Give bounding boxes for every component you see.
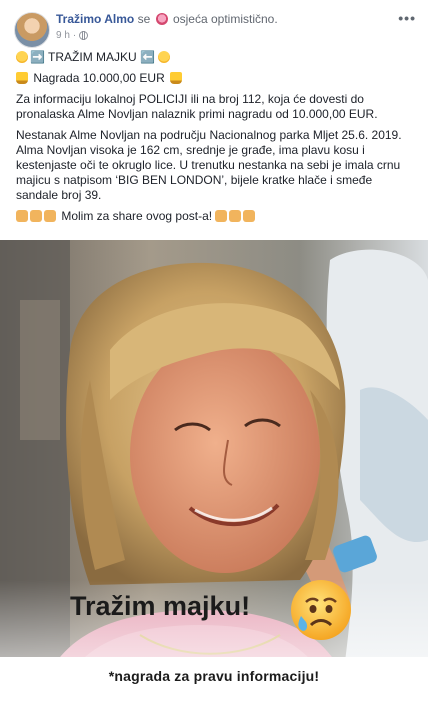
meta-separator: · <box>72 30 77 41</box>
post-text: ➡️ TRAŽIM MAJKU ⬅️ Nagrada 10.000,00 EUR… <box>16 50 416 230</box>
praying-hands-emoji <box>229 210 242 222</box>
praying-hands-emoji <box>44 210 56 222</box>
feeling-verb: se <box>137 12 151 26</box>
image-footer-text: *nagrada za pravu informaciju! <box>108 668 320 684</box>
praying-hands-emoji <box>243 210 256 222</box>
post-meta: 9 h · <box>56 30 89 41</box>
trophy-emoji <box>16 72 28 84</box>
avatar[interactable] <box>14 12 50 48</box>
trophy-emoji <box>170 72 183 84</box>
praying-hands-emoji <box>16 210 28 222</box>
share-text: Molim za share ovog post-a! <box>61 209 213 223</box>
disappointed-face-emoji <box>158 51 170 63</box>
feeling-text: osjeća optimistično. <box>172 12 278 26</box>
globe-icon[interactable] <box>79 31 89 40</box>
description-paragraph: Nestanak Alme Novljan na području Nacion… <box>16 128 402 202</box>
praying-hands-emoji <box>215 210 228 222</box>
more-options-button[interactable]: ••• <box>398 10 416 26</box>
share-line: Molim za share ovog post-a! <box>16 209 416 224</box>
sad-face-emoji <box>289 578 353 642</box>
praying-hands-emoji <box>30 210 42 222</box>
post-photo[interactable] <box>0 240 428 702</box>
post-header-line: Tražimo Almo se osjeća optimistično. <box>56 12 278 26</box>
more-options-icon: ••• <box>398 10 416 26</box>
author-name-link[interactable]: Tražimo Almo <box>56 12 134 26</box>
post-timestamp[interactable]: 9 h <box>56 30 70 41</box>
disappointed-face-emoji <box>16 51 28 63</box>
photo-illustration <box>0 240 428 702</box>
image-title: Tražim majku! <box>70 591 251 621</box>
reward-line: Nagrada 10.000,00 EUR <box>16 71 416 86</box>
post-header: Tražimo Almo se osjeća optimistično. 9 h… <box>0 0 428 48</box>
headline-line: ➡️ TRAŽIM MAJKU ⬅️ <box>16 50 416 65</box>
tulip-icon <box>155 13 168 25</box>
reward-text: Nagrada 10.000,00 EUR <box>33 71 165 85</box>
police-paragraph: Za informaciju lokalnoj POLICIJI ili na … <box>16 92 378 121</box>
headline-text: ➡️ TRAŽIM MAJKU ⬅️ <box>30 50 155 64</box>
